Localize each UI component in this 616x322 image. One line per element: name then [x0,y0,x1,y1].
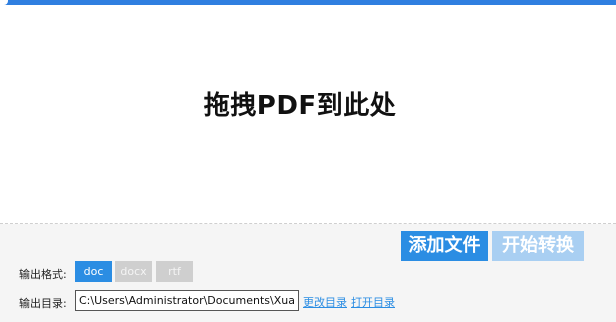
format-option-rtf[interactable]: rtf [156,261,193,282]
format-option-doc[interactable]: doc [75,261,112,282]
output-format-label: 输出格式: [19,268,67,281]
add-files-button[interactable]: 添加文件 [401,231,488,261]
settings-panel: 添加文件 开始转换 输出格式: doc docx rtf 输出目录: 更改目录 … [0,224,616,322]
open-dir-link[interactable]: 打开目录 [351,294,395,310]
start-convert-button[interactable]: 开始转换 [492,231,584,261]
output-dir-label: 输出目录: [19,297,67,310]
drop-zone-title: 拖拽PDF到此处 [203,91,397,121]
pdf-drop-zone[interactable]: 拖拽PDF到此处 [0,5,616,223]
change-dir-link[interactable]: 更改目录 [303,294,347,310]
output-dir-input[interactable] [75,290,299,311]
format-option-docx[interactable]: docx [115,261,152,282]
